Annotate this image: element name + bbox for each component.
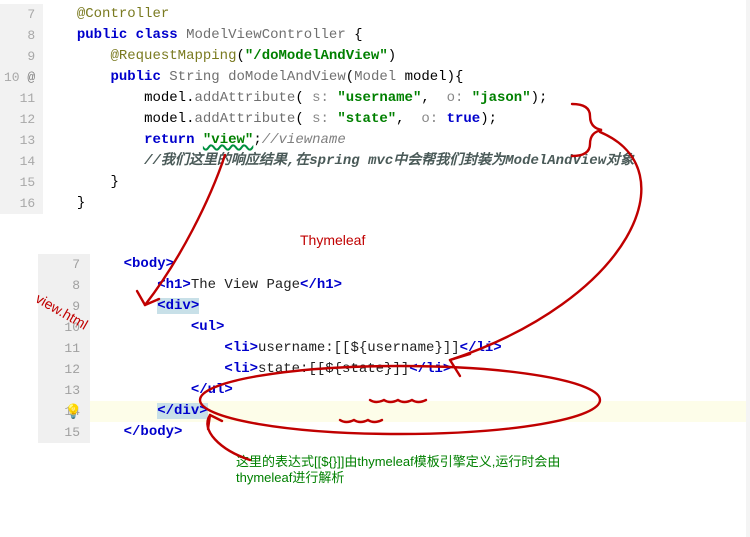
tag-body-close: </body> [124,424,183,440]
line-number: 10 @ [4,67,35,88]
param-hint: o: [447,90,464,106]
tag-ul-close: </ul> [191,382,233,398]
line-number: 14💡 [50,401,80,422]
kw-public: public [77,27,127,43]
return-value: "view" [203,132,253,148]
li-username-text: username:[[${username}]] [258,340,460,356]
indent [90,340,224,356]
tag-ul-open: <ul> [191,319,225,335]
attr-value: true [447,111,481,127]
indent [90,382,191,398]
tag-h1-close: </h1> [300,277,342,293]
html-code-area[interactable]: <body> <h1>The View Page</h1> <div> <ul>… [90,254,750,443]
ide-screenshot: 7 8 9 10 @ 11 12 13 14 15 16 @Controller… [0,0,750,537]
tag-div-open: <div> [157,298,199,314]
line-number: 15 [4,172,35,193]
kw-return: return [144,132,194,148]
indent [90,277,157,293]
gutter-annotation-icon: @ [27,70,35,85]
tag-li-close: </li> [460,340,502,356]
line-number: 12 [4,109,35,130]
indent [90,298,157,314]
annotation-explain-note: 这里的表达式[[${}]]由thymeleaf模板引擎定义,运行时会由 thym… [236,454,676,486]
line-number: 9 [4,46,35,67]
param-type: Model [354,69,396,85]
line-number: 11 [50,338,80,359]
annotation-requestmapping: @RequestMapping [110,48,236,64]
param-hint: s: [312,90,329,106]
brace: } [110,174,118,190]
line-number: 12 [50,359,80,380]
annotation-controller: @Controller [77,6,169,22]
tag-li-open: <li> [224,361,258,377]
attr-key: "state" [337,111,396,127]
line-number: 16 [4,193,35,214]
param-hint: s: [312,111,329,127]
indent [90,424,124,440]
tag-div-close: </div> [157,403,207,419]
indent [90,403,157,419]
kw-public: public [110,69,160,85]
brace: } [77,195,85,211]
attr-value: "jason" [472,90,531,106]
receiver: model [144,111,186,127]
bulb-icon[interactable]: 💡 [65,403,82,424]
line-number: 13 [50,380,80,401]
tag-li-open: <li> [224,340,258,356]
note-line1: 这里的表达式[[${}]]由thymeleaf模板引擎定义,运行时会由 [236,454,560,469]
method-call: addAttribute [194,111,295,127]
comment-viewname: //viewname [262,132,346,148]
ln-text: 10 [4,70,20,85]
indent [90,319,191,335]
annotation-thymeleaf-label: Thymeleaf [300,232,365,248]
tag-li-close: </li> [409,361,451,377]
tag-h1-open: <h1> [157,277,191,293]
line-number: 15 [50,422,80,443]
line-number: 7 [4,4,35,25]
line-number: 13 [4,130,35,151]
java-editor: 7 8 9 10 @ 11 12 13 14 15 16 @Controller… [0,0,750,214]
param-name: model [405,69,447,85]
indent [90,256,124,272]
param-hint: o: [421,111,438,127]
semicolon: ; [253,132,261,148]
method-name: doModelAndView [228,69,346,85]
line-number: 14 [4,151,35,172]
java-code-area[interactable]: @Controller public class ModelViewContro… [43,4,750,214]
li-state-text: state:[[${state}]] [258,361,409,377]
method-call: addAttribute [194,90,295,106]
note-line2: thymeleaf进行解析 [236,470,344,485]
kw-class: class [136,27,178,43]
return-type: String [169,69,219,85]
class-name: ModelViewController [186,27,346,43]
line-number: 7 [50,254,80,275]
receiver: model [144,90,186,106]
brace: { [346,27,363,43]
line-number: 11 [4,88,35,109]
line-number: 8 [4,25,35,46]
tag-body-open: <body> [124,256,174,272]
java-gutter: 7 8 9 10 @ 11 12 13 14 15 16 [0,4,43,214]
indent [90,361,224,377]
comment-zh: //我们这里的响应结果,在spring mvc中会帮我们封装为ModelAndV… [144,153,634,169]
html-gutter: 7 8 9 10 11 12 13 14💡 15 [38,254,90,443]
line-number: 8 [50,275,80,296]
mapping-path: "/doModelAndView" [245,48,388,64]
attr-key: "username" [337,90,421,106]
html-editor: 7 8 9 10 11 12 13 14💡 15 <body> <h1>The … [38,254,750,443]
h1-text: The View Page [191,277,300,293]
